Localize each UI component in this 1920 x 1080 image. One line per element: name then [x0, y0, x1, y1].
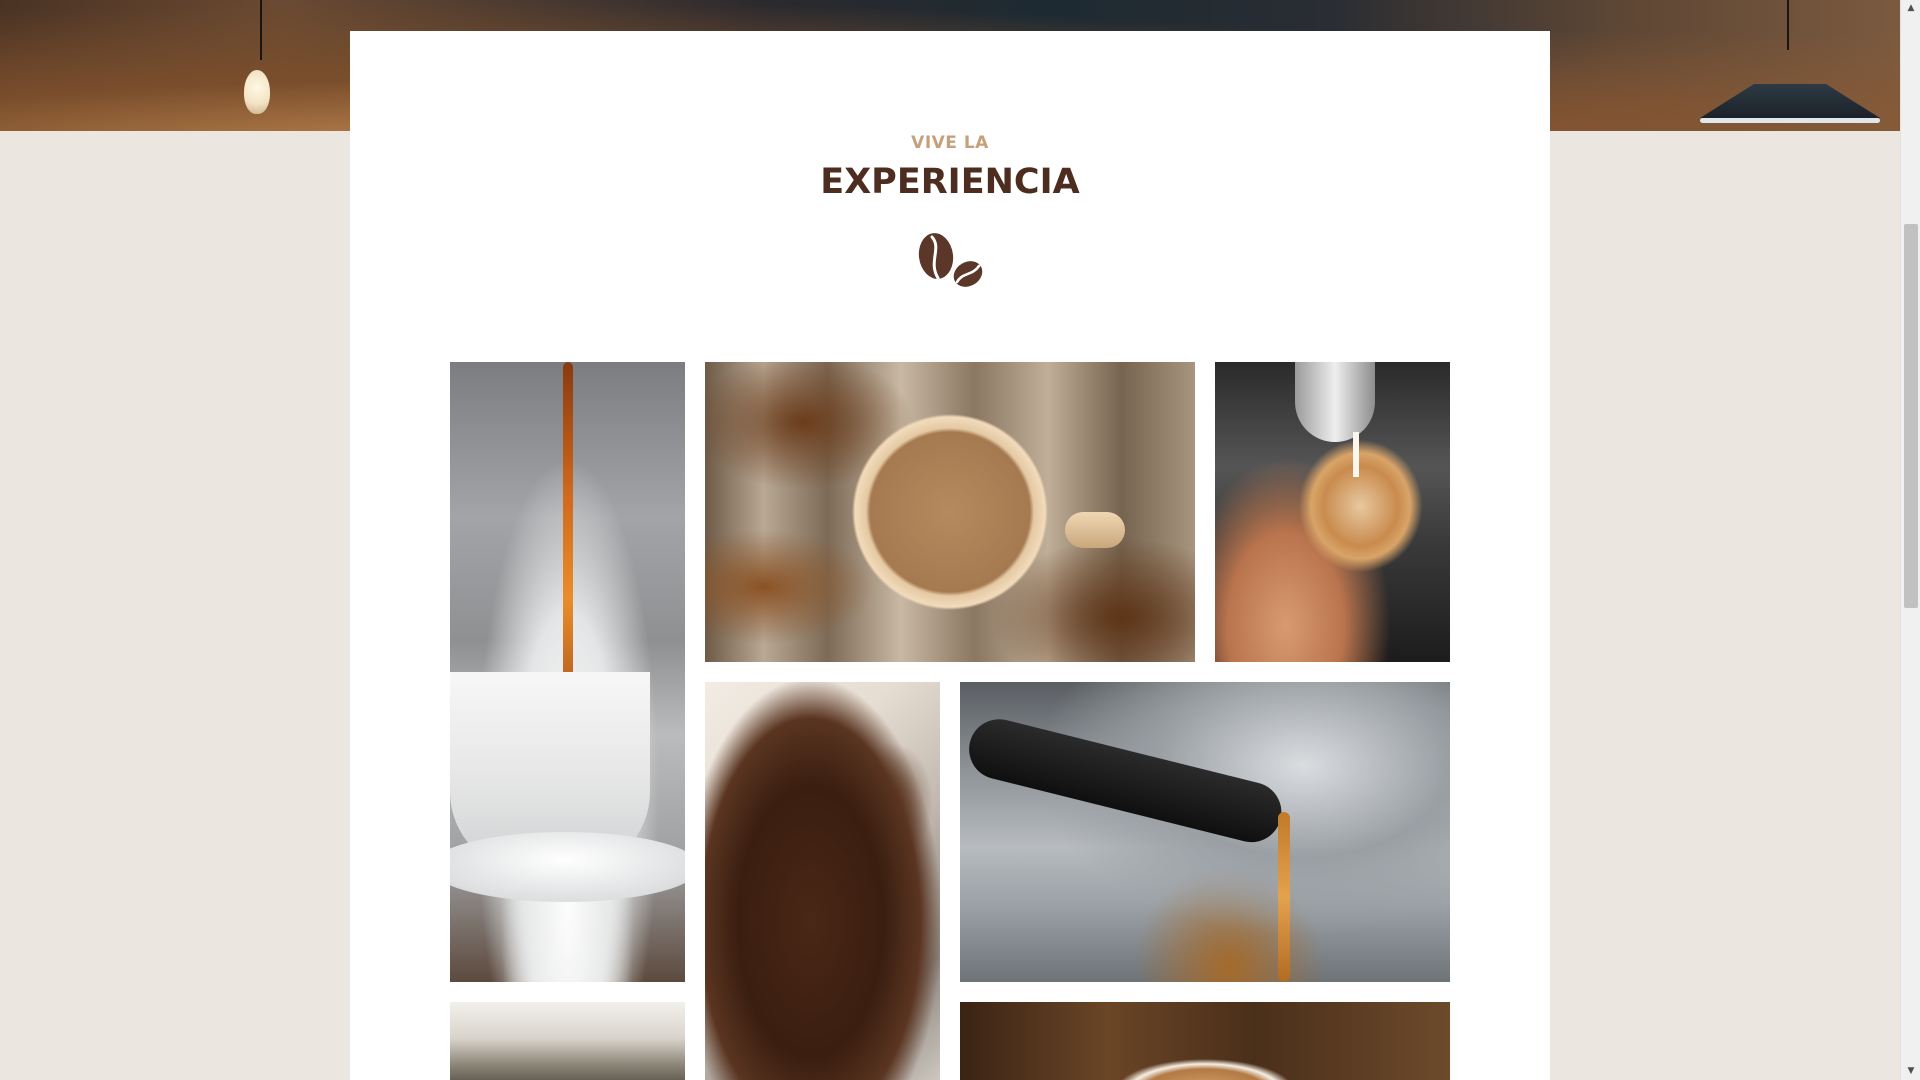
lamp-cord [260, 0, 262, 60]
coffee-stream [563, 362, 573, 702]
milk-stream [1353, 432, 1359, 477]
mug-handle [1065, 512, 1125, 548]
gallery-image-coffee-cup-wood[interactable] [705, 362, 1195, 662]
scroll-up-arrow-icon[interactable]: ▲ [1901, 0, 1920, 17]
portafilter [962, 712, 1288, 849]
scroll-down-arrow-icon[interactable]: ▼ [1901, 1063, 1920, 1080]
section-eyebrow: VIVE LA [911, 133, 989, 153]
pendant-lamp-rim [1700, 118, 1880, 123]
espresso-stream [1278, 812, 1290, 982]
scrollbar-thumb[interactable] [1904, 224, 1918, 608]
section-title: EXPERIENCIA [820, 162, 1080, 202]
milk-pitcher [1295, 362, 1375, 442]
gallery-image-coffee-pouring[interactable] [450, 362, 685, 982]
gallery-image-ground-coffee[interactable] [705, 682, 940, 1080]
pendant-lamp-image [1700, 84, 1880, 118]
lamp-cord [1787, 0, 1789, 50]
gallery-image-cappuccino[interactable] [960, 1002, 1450, 1080]
saucer [450, 832, 685, 902]
page: VIVE LA EXPERIENCIA ▲ ▼ [0, 0, 1920, 1080]
light-bulb-image [244, 70, 270, 114]
vertical-scrollbar[interactable]: ▲ ▼ [1900, 0, 1920, 1080]
gallery-image-cafe-interior[interactable] [450, 1002, 685, 1080]
gallery-image-espresso-extraction[interactable] [960, 682, 1450, 982]
coffee-beans-icon [918, 233, 983, 287]
gallery-image-latte-art[interactable] [1215, 362, 1450, 662]
